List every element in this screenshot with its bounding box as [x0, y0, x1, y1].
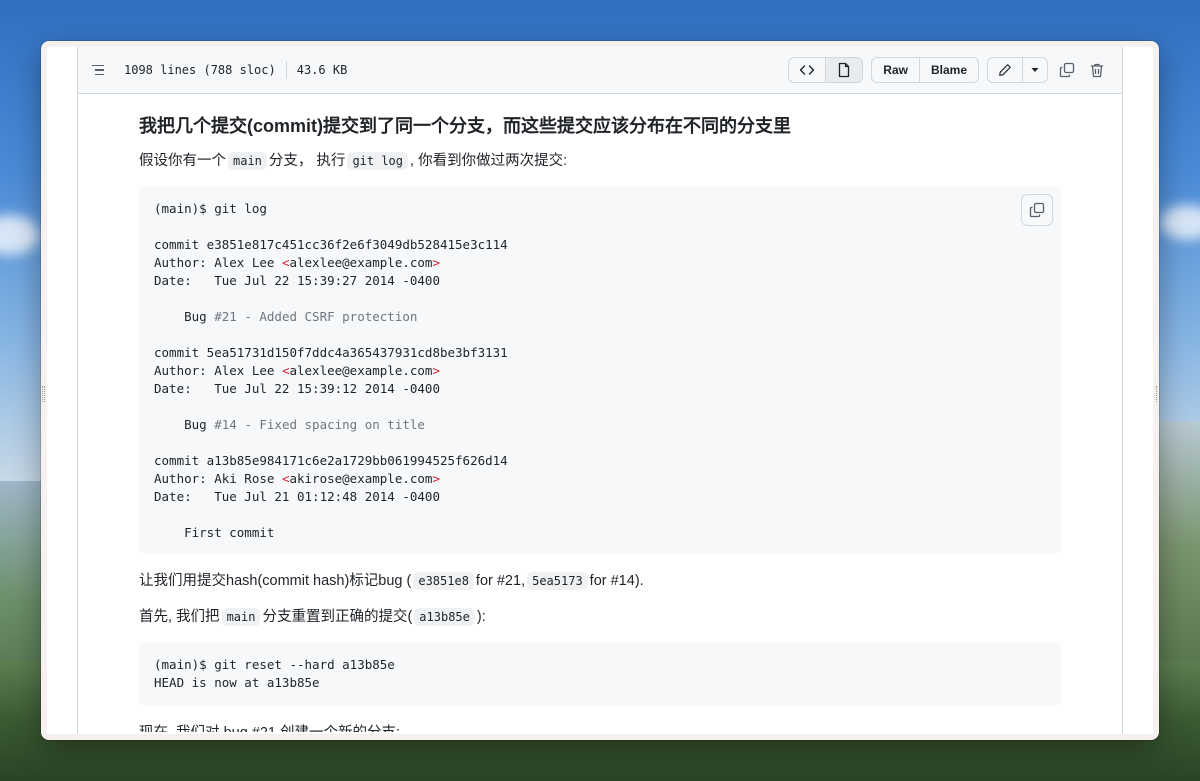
- resize-handle-right[interactable]: [1156, 386, 1158, 402]
- trash-icon: [1091, 63, 1103, 78]
- text: for #14).: [589, 573, 644, 589]
- code-line: HEAD is now at a13b85e: [154, 675, 320, 690]
- browser-window: 1098 lines (788 sloc) 43.6 KB Raw Blame …: [41, 41, 1159, 740]
- copy-icon: [1059, 62, 1075, 78]
- text: for #21,: [475, 573, 526, 589]
- file-actions: Raw Blame: [788, 57, 1108, 83]
- edit-group: [987, 57, 1048, 83]
- code-line: Date: Tue Jul 21 01:12:48 2014 -0400: [154, 489, 440, 504]
- text: 让我们用提交hash(commit hash)标记bug (: [139, 573, 412, 589]
- file-header: 1098 lines (788 sloc) 43.6 KB Raw Blame: [78, 47, 1122, 94]
- resize-handle-left[interactable]: [42, 386, 45, 402]
- background-cloud: [1160, 205, 1200, 240]
- code-block: (main)$ git log commit e3851e817c451cc36f…: [139, 186, 1061, 554]
- code-line: Date: Tue Jul 22 15:39:27 2014 -0400: [154, 273, 440, 288]
- inline-code: main: [221, 608, 261, 626]
- code-line: commit e3851e817c451cc36f2e6f3049db52841…: [154, 237, 508, 252]
- paragraph: 假设你有一个 main 分支， 执行 git log, 你看到你做过两次提交:: [139, 150, 1061, 172]
- list-unordered-icon[interactable]: [92, 61, 110, 79]
- code-line: Date: Tue Jul 22 15:39:12 2014 -0400: [154, 381, 440, 396]
- paragraph: 首先, 我们把 main 分支重置到正确的提交(a13b85e):: [139, 606, 1061, 628]
- paragraph: 现在, 我们对 bug #21 创建一个新的分支:: [139, 722, 1061, 732]
- background-cloud: [0, 215, 40, 255]
- edit-dropdown-button[interactable]: [1023, 58, 1047, 82]
- file-line-count: 1098 lines (788 sloc): [124, 63, 276, 77]
- inline-code: git log: [347, 152, 409, 170]
- file-viewer: 1098 lines (788 sloc) 43.6 KB Raw Blame …: [77, 47, 1123, 734]
- markdown-body: 我把几个提交(commit)提交到了同一个分支，而这些提交应该分布在不同的分支里…: [78, 94, 1122, 732]
- delete-file-button[interactable]: [1086, 59, 1108, 81]
- divider: [285, 61, 287, 79]
- text: 分支， 执行: [268, 153, 346, 169]
- pencil-icon: [999, 64, 1011, 76]
- code-line: commit 5ea51731d150f7ddc4a365437931cd8be…: [154, 345, 508, 360]
- text: , 你看到你做过两次提交:: [410, 153, 568, 169]
- triangle-down-icon: [1031, 68, 1039, 72]
- inline-code: 5ea5173: [527, 572, 588, 590]
- code-line: (main)$ git reset --hard a13b85e: [154, 657, 395, 672]
- code-line: Author: Alex Lee <alexlee@example.com>: [154, 255, 440, 270]
- view-toggle: [788, 57, 864, 83]
- text: ):: [476, 609, 486, 625]
- inline-code: a13b85e: [414, 608, 475, 626]
- file-icon: [839, 62, 850, 78]
- edit-button[interactable]: [988, 58, 1023, 82]
- code-line: First commit: [154, 525, 275, 540]
- copy-code-button[interactable]: [1021, 194, 1053, 226]
- inline-code: e3851e8: [413, 572, 474, 590]
- section-heading: 我把几个提交(commit)提交到了同一个分支，而这些提交应该分布在不同的分支里: [139, 116, 791, 136]
- code-block: (main)$ git reset --hard a13b85e HEAD is …: [139, 642, 1061, 706]
- code-line: Author: Aki Rose <akirose@example.com>: [154, 471, 440, 486]
- raw-blame-group: Raw Blame: [871, 57, 979, 83]
- text: 假设你有一个: [139, 153, 226, 169]
- code-line: Author: Alex Lee <alexlee@example.com>: [154, 363, 440, 378]
- code-line: Bug #14 - Fixed spacing on title: [154, 417, 425, 432]
- file-size: 43.6 KB: [296, 63, 348, 77]
- code-icon: [800, 65, 815, 75]
- code-line: Bug #21 - Added CSRF protection: [154, 309, 418, 324]
- blame-button[interactable]: Blame: [920, 58, 978, 82]
- inline-code: main: [228, 152, 267, 170]
- raw-button[interactable]: Raw: [872, 58, 920, 82]
- window-content: 1098 lines (788 sloc) 43.6 KB Raw Blame …: [47, 47, 1153, 734]
- code-view-button[interactable]: [789, 58, 827, 82]
- paragraph: 让我们用提交hash(commit hash)标记bug (e3851e8 for…: [139, 570, 1061, 592]
- preview-view-button[interactable]: [826, 58, 863, 82]
- code-line: (main)$ git log: [154, 201, 267, 216]
- copy-raw-button[interactable]: [1056, 59, 1078, 81]
- copy-icon: [1029, 202, 1045, 218]
- text: 分支重置到正确的提交(: [262, 609, 413, 625]
- text: 首先, 我们把: [139, 609, 220, 625]
- code-line: commit a13b85e984171c6e2a1729bb061994525…: [154, 453, 508, 468]
